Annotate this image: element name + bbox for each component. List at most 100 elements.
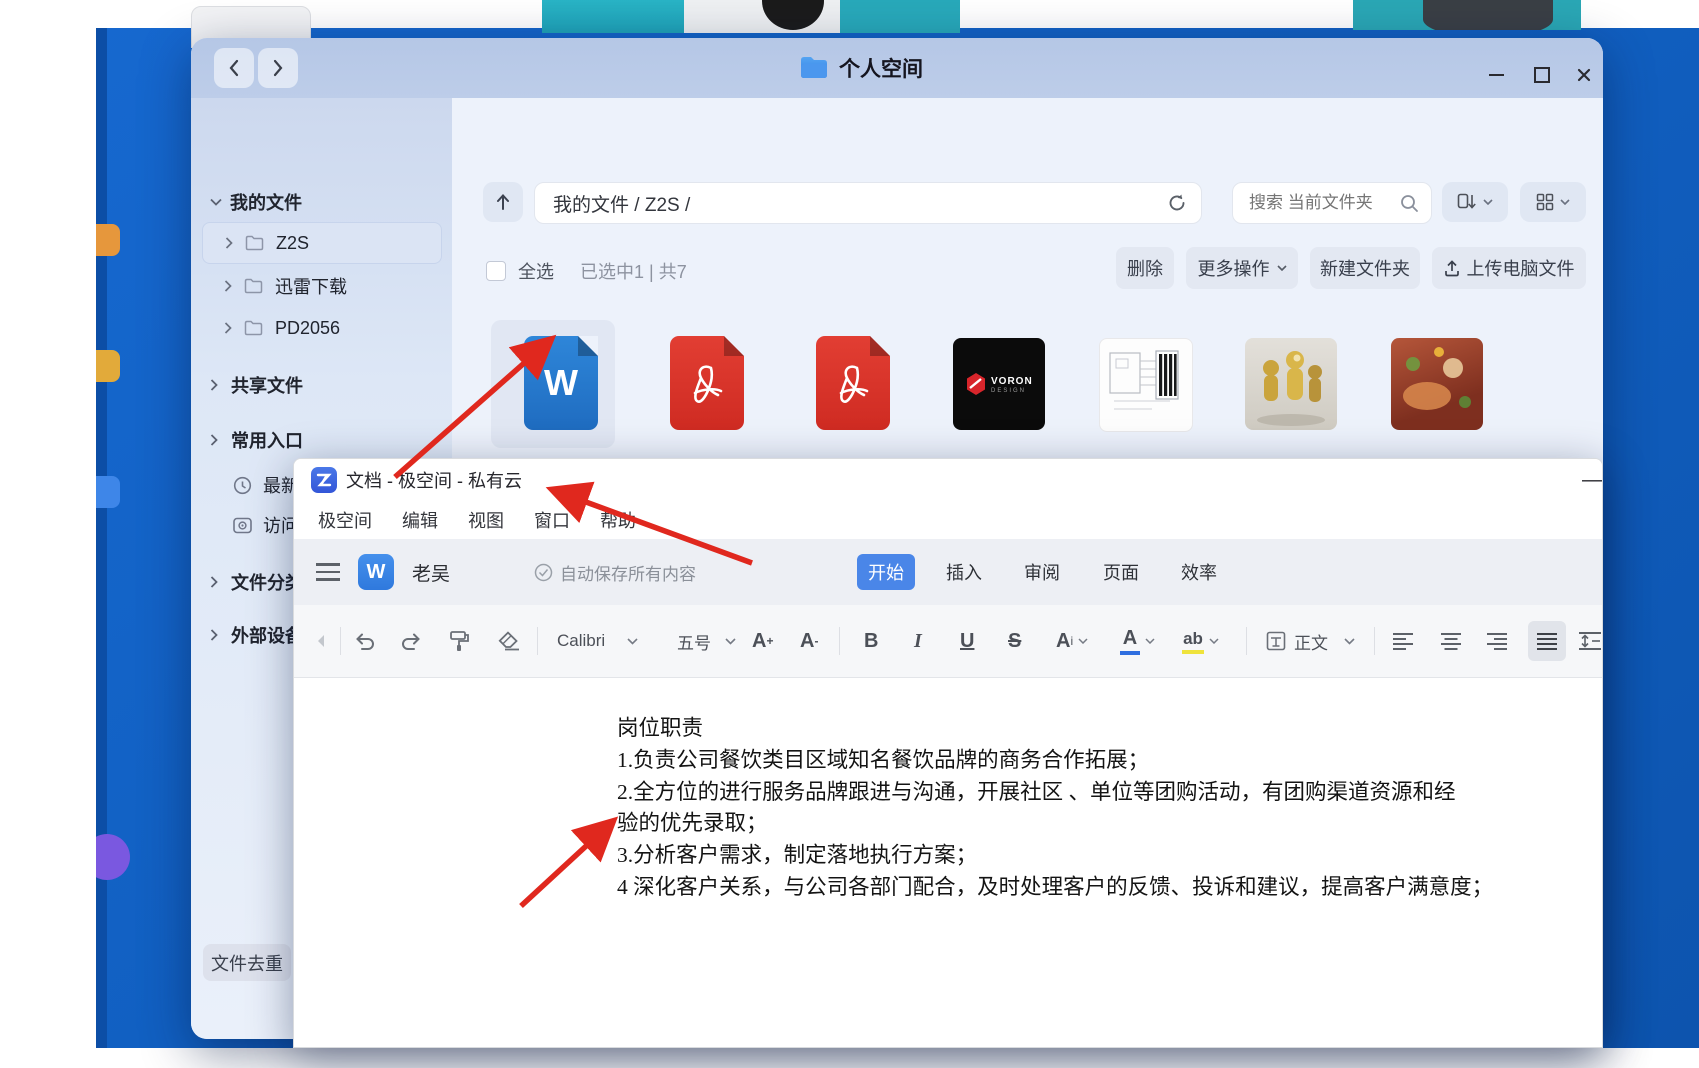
align-left-button[interactable] <box>1392 605 1414 677</box>
maximize-button[interactable] <box>1527 60 1557 90</box>
tab-home[interactable]: 开始 <box>857 554 915 590</box>
menu-view[interactable]: 视图 <box>468 507 504 533</box>
sidebar-item-shared[interactable]: 共享文件 <box>191 368 471 402</box>
file-thumbnail-zone[interactable] <box>637 320 761 448</box>
upload-button[interactable]: 上传电脑文件 <box>1432 247 1586 289</box>
eraser-icon <box>497 631 521 651</box>
fm-titlebar[interactable]: 个人空间 <box>191 38 1603 98</box>
tab-efficiency[interactable]: 效率 <box>1177 554 1221 590</box>
tab-page[interactable]: 页面 <box>1099 554 1143 590</box>
path-bar[interactable]: 我的文件 / Z2S / <box>534 182 1202 224</box>
shrink-font-button[interactable]: A- <box>800 605 818 677</box>
file-thumbnail-zone[interactable]: W <box>491 320 615 448</box>
underline-button[interactable]: U <box>960 605 974 677</box>
doc-line[interactable]: 岗位职责 <box>617 713 1497 745</box>
grid-view-icon <box>1536 193 1554 211</box>
file-thumbnail-zone[interactable] <box>1221 320 1345 448</box>
doc-menubar: 极空间 编辑 视图 窗口 帮助 <box>294 501 1602 539</box>
text-effects-button[interactable]: Ai <box>1056 605 1088 677</box>
font-family-select[interactable]: Calibri <box>557 605 657 677</box>
dedupe-button[interactable]: 文件去重 <box>203 944 291 981</box>
sidebar-item-label: 迅雷下载 <box>275 273 347 299</box>
menu-jikongjian[interactable]: 极空间 <box>318 507 372 533</box>
visited-icon <box>233 517 252 534</box>
desktop-icon-fragment[interactable] <box>96 476 120 508</box>
tab-review[interactable]: 审阅 <box>1020 554 1064 590</box>
align-center-button[interactable] <box>1440 605 1462 677</box>
menu-edit[interactable]: 编辑 <box>402 507 438 533</box>
sidebar-item-z2s[interactable]: Z2S <box>202 222 442 264</box>
highlight-color-button[interactable]: ab <box>1182 605 1219 677</box>
file-thumbnail-zone[interactable] <box>1075 320 1199 448</box>
upload-icon <box>1444 260 1460 277</box>
bold-button[interactable]: B <box>864 605 878 677</box>
doc-line[interactable]: 2.全方位的进行服务品牌跟进与沟通，开展社区 、单位等团购活动，有团购渠道资源和… <box>617 777 1497 809</box>
font-size-select[interactable]: 五号 <box>677 605 739 677</box>
strikethrough-button[interactable]: S <box>1008 605 1021 677</box>
doc-line[interactable]: 3.分析客户需求，制定落地执行方案； <box>617 840 1497 872</box>
acrobat-glyph <box>687 362 727 406</box>
chevron-down-icon <box>1145 638 1155 644</box>
select-all-checkbox[interactable] <box>486 261 506 281</box>
sidebar-item-thunder[interactable]: 迅雷下载 <box>191 269 485 303</box>
breadcrumb[interactable]: 我的文件 / Z2S / <box>553 190 690 217</box>
italic-button[interactable]: I <box>914 605 922 677</box>
more-actions-button[interactable]: 更多操作 <box>1186 247 1298 289</box>
select-all-label[interactable]: 全选 <box>518 258 554 284</box>
align-right-button[interactable] <box>1486 605 1508 677</box>
search-box[interactable] <box>1232 182 1432 224</box>
view-mode-button[interactable] <box>1520 182 1586 222</box>
chevron-right-icon <box>210 434 218 446</box>
close-button[interactable] <box>1569 60 1599 90</box>
astronaut-figures <box>1245 338 1337 430</box>
collapse-toolbar-button[interactable] <box>316 605 326 677</box>
hamburger-menu-icon[interactable] <box>316 563 340 581</box>
desktop-icon-fragment[interactable] <box>96 834 130 880</box>
menu-window[interactable]: 窗口 <box>534 507 570 533</box>
document-body[interactable]: 岗位职责 1.负责公司餐饮类目区域知名餐饮品牌的商务合作拓展； 2.全方位的进行… <box>617 713 1497 904</box>
doc-line[interactable]: 验的优先录取； <box>617 808 1497 840</box>
sidebar-item-my-files[interactable]: 我的文件 <box>191 185 471 219</box>
grow-font-button[interactable]: A+ <box>752 605 773 677</box>
refresh-icon[interactable] <box>1167 193 1187 213</box>
doc-titlebar[interactable]: 文档 - 极空间 - 私有云 — <box>294 459 1602 501</box>
chevron-left-icon <box>228 59 240 77</box>
file-thumbnail-zone[interactable] <box>1367 320 1491 448</box>
clear-format-button[interactable] <box>497 605 521 677</box>
line-spacing-icon <box>1578 631 1602 651</box>
back-button[interactable] <box>214 48 254 88</box>
paragraph-style-select[interactable]: 正文 <box>1266 605 1355 677</box>
file-thumbnail-zone[interactable]: VORON DESIGN <box>929 320 1053 448</box>
delete-button[interactable]: 删除 <box>1116 247 1174 289</box>
doc-minimize-button[interactable]: — <box>1582 459 1602 501</box>
doc-line[interactable]: 1.负责公司餐饮类目区域知名餐饮品牌的商务合作拓展； <box>617 745 1497 777</box>
align-justify-button[interactable] <box>1528 621 1566 661</box>
forward-button[interactable] <box>258 48 298 88</box>
sidebar-item-pd2056[interactable]: PD2056 <box>191 311 485 345</box>
format-painter-button[interactable] <box>448 605 470 677</box>
search-icon[interactable] <box>1400 194 1419 213</box>
desktop-icon-fragment[interactable] <box>96 350 120 382</box>
tab-insert[interactable]: 插入 <box>942 554 986 590</box>
sidebar-item-common-entry[interactable]: 常用入口 <box>191 423 471 457</box>
up-button[interactable] <box>483 182 523 222</box>
new-folder-button[interactable]: 新建文件夹 <box>1310 247 1420 289</box>
chevron-right-icon[interactable] <box>224 280 232 292</box>
minimize-button[interactable] <box>1481 60 1511 90</box>
undo-button[interactable] <box>354 605 376 677</box>
sort-button[interactable] <box>1442 182 1508 222</box>
chevron-right-icon[interactable] <box>224 322 232 334</box>
desktop-icon-fragment[interactable] <box>96 224 120 256</box>
line-spacing-button[interactable] <box>1578 605 1602 677</box>
open-doc-name[interactable]: 老吴 <box>412 539 450 605</box>
doc-line[interactable]: 4 深化客户关系，与公司各部门配合，及时处理客户的反馈、投诉和建议，提高客户满意… <box>617 872 1497 904</box>
menu-help[interactable]: 帮助 <box>600 507 636 533</box>
clock-icon <box>233 476 252 495</box>
chevron-right-icon[interactable] <box>225 237 233 249</box>
sort-icon <box>1457 193 1477 211</box>
doc-window-title: 文档 - 极空间 - 私有云 <box>346 459 522 501</box>
font-color-button[interactable]: A <box>1120 605 1155 677</box>
search-input[interactable] <box>1247 192 1391 214</box>
file-thumbnail-zone[interactable] <box>783 320 907 448</box>
redo-button[interactable] <box>400 605 422 677</box>
